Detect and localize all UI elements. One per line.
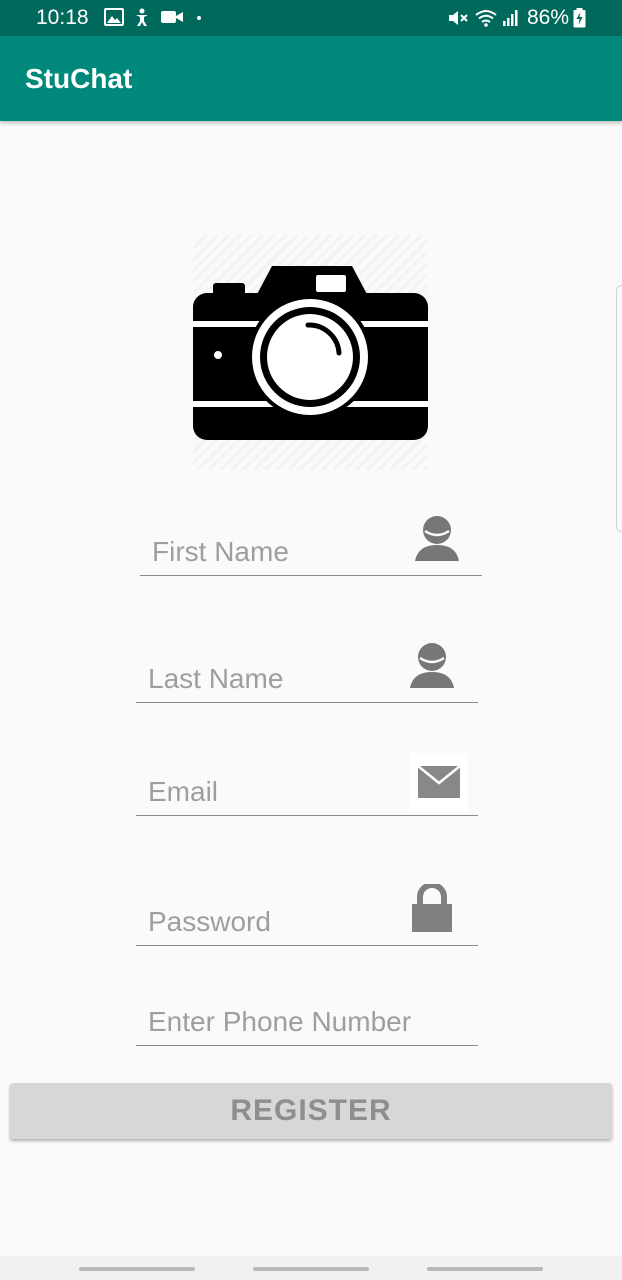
first-name-input[interactable] bbox=[150, 527, 404, 577]
image-icon bbox=[104, 8, 124, 26]
signal-icon bbox=[503, 10, 518, 26]
battery-percent: 86% bbox=[527, 6, 570, 29]
battery-charging-icon bbox=[573, 8, 586, 28]
password-field bbox=[136, 884, 478, 947]
last-name-field bbox=[136, 643, 478, 704]
app-bar: StuChat bbox=[0, 36, 622, 121]
phone-field bbox=[136, 997, 478, 1047]
edge-panel-handle[interactable] bbox=[616, 285, 622, 532]
register-button[interactable]: REGISTER bbox=[10, 1083, 612, 1139]
status-time: 10:18 bbox=[36, 6, 89, 29]
status-bar: 10:18 86% bbox=[0, 0, 622, 36]
email-field bbox=[136, 753, 478, 817]
first-name-field bbox=[140, 516, 482, 577]
nav-recents-button[interactable] bbox=[79, 1267, 195, 1271]
nav-back-button[interactable] bbox=[427, 1267, 543, 1271]
email-icon bbox=[418, 766, 460, 798]
app-title: StuChat bbox=[25, 63, 133, 94]
nav-home-button[interactable] bbox=[253, 1267, 369, 1271]
video-icon bbox=[161, 11, 183, 23]
accessibility-icon bbox=[136, 8, 148, 26]
profile-image-picker[interactable] bbox=[193, 235, 428, 470]
last-name-input[interactable] bbox=[146, 654, 400, 704]
phone-input[interactable] bbox=[146, 997, 470, 1047]
person-icon bbox=[410, 643, 454, 688]
person-icon bbox=[415, 516, 459, 561]
email-icon-box bbox=[410, 753, 468, 811]
mute-icon bbox=[449, 11, 468, 25]
password-input[interactable] bbox=[146, 897, 400, 947]
lock-icon bbox=[412, 884, 452, 932]
email-input[interactable] bbox=[146, 767, 400, 817]
wifi-icon bbox=[475, 10, 497, 27]
dot-icon bbox=[197, 16, 201, 20]
camera-icon bbox=[193, 266, 428, 440]
navigation-bar bbox=[0, 1256, 622, 1280]
